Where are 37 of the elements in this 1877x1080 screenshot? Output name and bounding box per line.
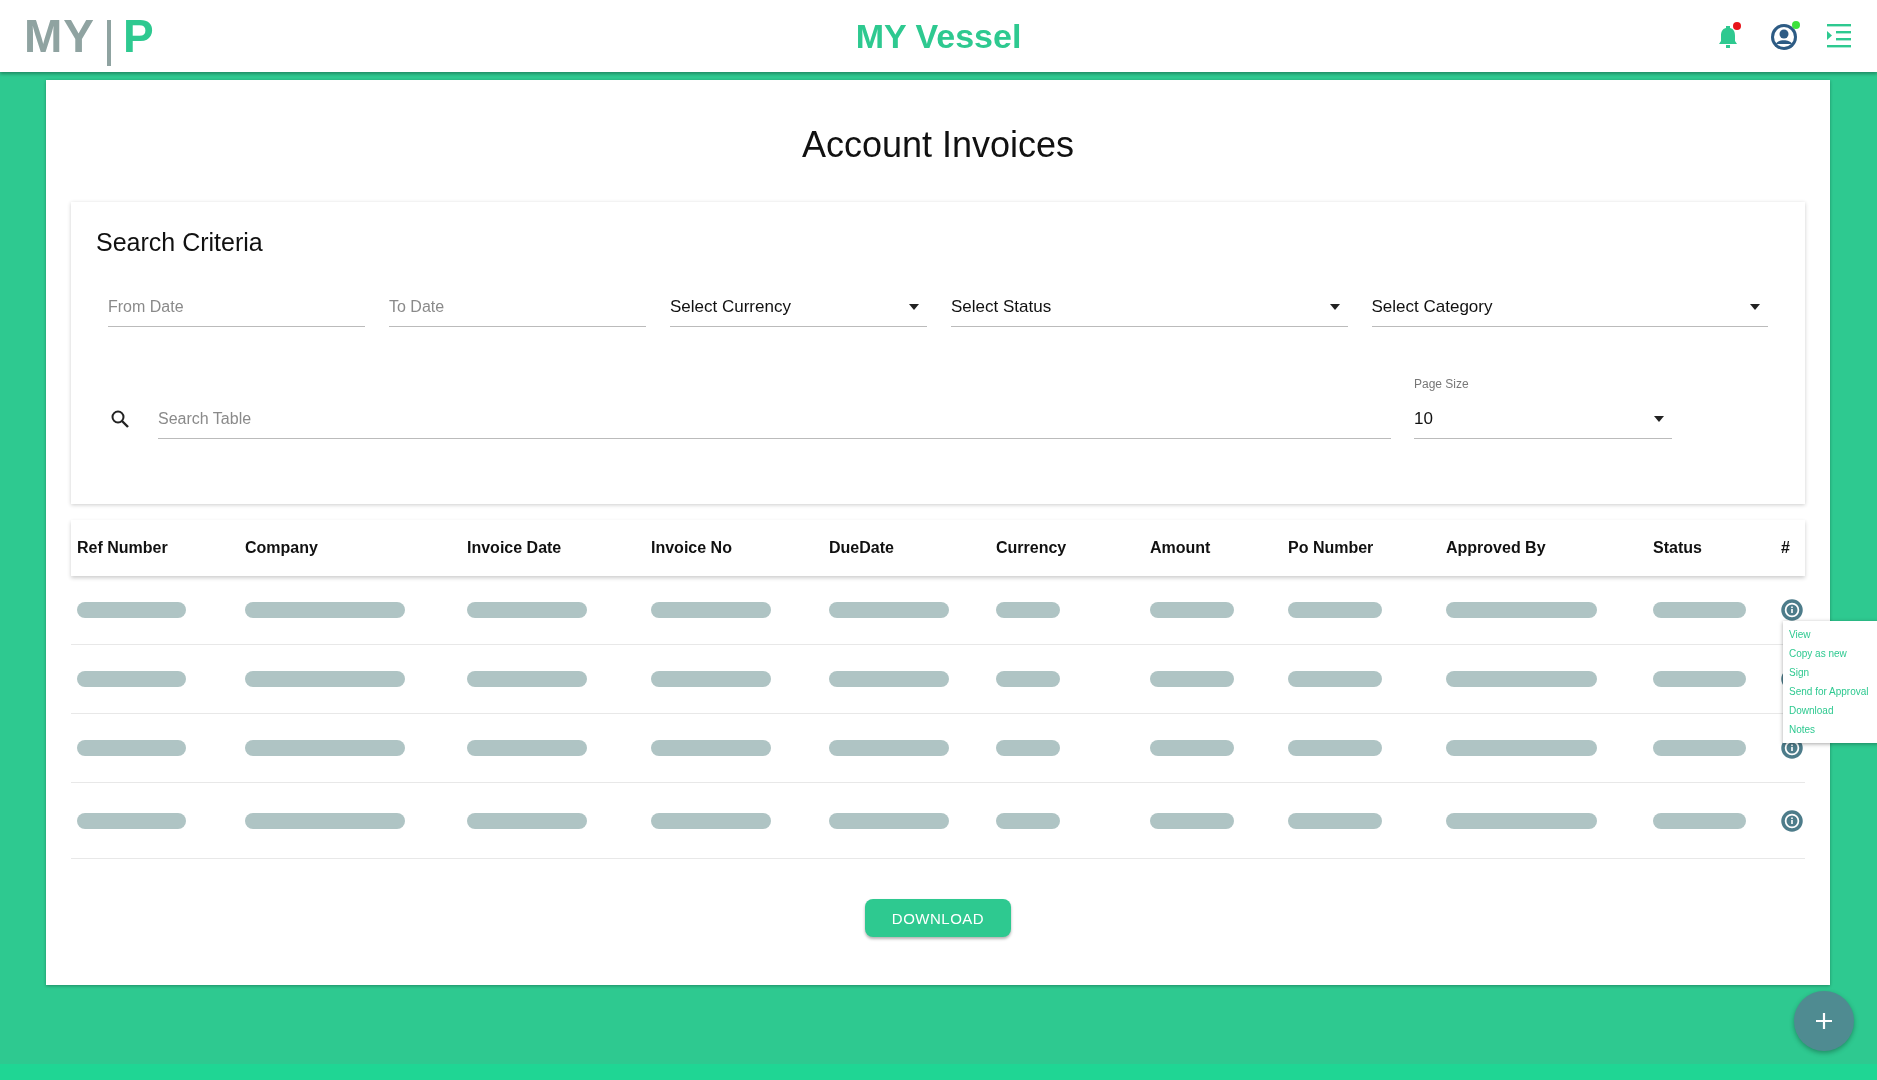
column-header: Po Number bbox=[1288, 539, 1375, 557]
panel-title: Search Criteria bbox=[96, 228, 264, 257]
app-title: MY Vessel bbox=[855, 16, 1022, 56]
column-header: Approved By bbox=[1446, 539, 1547, 557]
search-icon bbox=[110, 409, 130, 429]
loading-placeholder bbox=[996, 602, 1060, 618]
info-icon[interactable] bbox=[1781, 599, 1803, 621]
menu-item[interactable]: View bbox=[1789, 625, 1873, 644]
column-header: Invoice No bbox=[651, 539, 733, 557]
info-icon[interactable] bbox=[1781, 809, 1803, 832]
download-button[interactable]: DOWNLOAD bbox=[865, 899, 1011, 937]
caret-icon bbox=[909, 303, 920, 310]
menu-item[interactable]: Notes bbox=[1789, 720, 1873, 739]
column-header: Invoice Date bbox=[467, 539, 563, 557]
plus-icon bbox=[1815, 1012, 1833, 1030]
menu-item[interactable]: Download bbox=[1789, 701, 1873, 720]
page-size-label: Page Size bbox=[1414, 377, 1470, 391]
column-header: DueDate bbox=[829, 539, 895, 557]
user-avatar-icon[interactable] bbox=[1769, 20, 1801, 52]
column-header: Ref Number bbox=[77, 539, 169, 557]
loading-placeholder bbox=[996, 740, 1060, 756]
column-header: Amount bbox=[1150, 539, 1212, 557]
caret-icon bbox=[1329, 303, 1340, 310]
menu-item[interactable]: Send for Approval bbox=[1789, 682, 1873, 701]
caret-icon bbox=[1750, 303, 1760, 310]
column-header: Currency bbox=[996, 539, 1068, 557]
page-title: Account Invoices bbox=[800, 124, 1076, 166]
column-header: # bbox=[1781, 539, 1791, 557]
menu-item[interactable]: Copy as new bbox=[1789, 644, 1873, 663]
column-header: Company bbox=[245, 539, 319, 557]
logo-text: MY bbox=[24, 9, 95, 63]
loading-placeholder bbox=[996, 671, 1060, 687]
column-header: Status bbox=[1653, 539, 1703, 557]
logo-text: P bbox=[123, 9, 154, 63]
caret-icon bbox=[1654, 415, 1664, 422]
loading-placeholder bbox=[996, 812, 1060, 829]
menu-item[interactable]: Sign bbox=[1789, 663, 1873, 682]
